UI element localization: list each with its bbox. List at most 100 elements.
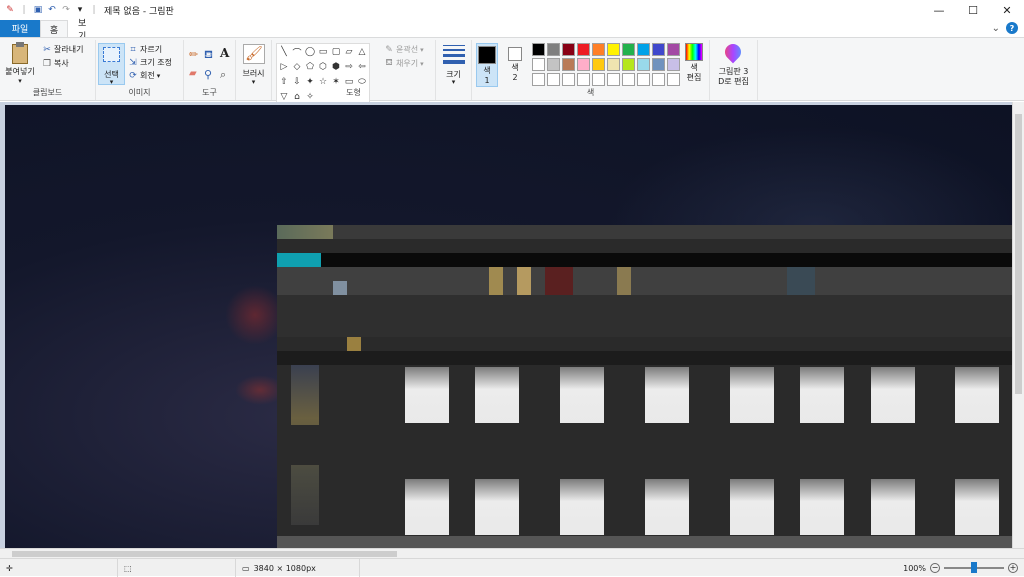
palette-swatch[interactable] xyxy=(547,73,560,86)
zoom-slider-knob[interactable] xyxy=(971,562,977,573)
paint3d-group[interactable]: 그림판 3 D로 편집 xyxy=(710,40,758,100)
color-picker-icon[interactable]: ⚲ xyxy=(204,68,212,81)
edit-colors-label-2: 편집 xyxy=(686,73,702,82)
brushes-dropdown-icon: ▾ xyxy=(251,78,256,86)
vertical-scrollbar[interactable] xyxy=(1012,102,1024,548)
palette-swatch[interactable] xyxy=(637,73,650,86)
color2-button[interactable]: 색 2 xyxy=(504,43,526,87)
palette-swatch[interactable] xyxy=(652,73,665,86)
help-icon[interactable]: ? xyxy=(1006,22,1018,34)
palette-swatch[interactable] xyxy=(652,58,665,71)
fill-button[interactable]: ⛾ 채우기 ▾ xyxy=(384,58,423,69)
vertical-scroll-thumb[interactable] xyxy=(1015,114,1022,394)
tab-view[interactable]: 보기 xyxy=(68,19,100,42)
palette-swatch[interactable] xyxy=(667,43,680,56)
shape-option[interactable]: ▢ xyxy=(330,45,342,59)
redo-icon[interactable]: ↷ xyxy=(60,4,72,16)
magnifier-icon[interactable]: ⌕ xyxy=(220,68,226,82)
save-icon[interactable]: ▣ xyxy=(32,4,44,16)
maximize-button[interactable]: ☐ xyxy=(956,0,990,20)
palette-swatch[interactable] xyxy=(547,58,560,71)
palette-swatch[interactable] xyxy=(622,43,635,56)
palette-swatch[interactable] xyxy=(562,43,575,56)
text-icon[interactable]: A xyxy=(220,46,229,60)
shape-option[interactable]: ╲ xyxy=(278,45,290,59)
shape-option[interactable]: △ xyxy=(356,45,368,59)
palette-swatch[interactable] xyxy=(592,73,605,86)
zoom-slider[interactable] xyxy=(944,562,1004,573)
color-palette[interactable] xyxy=(532,43,680,86)
palette-swatch[interactable] xyxy=(592,58,605,71)
brushes-group[interactable]: 🖌 브러시 ▾ xyxy=(236,40,272,100)
close-button[interactable]: ✕ xyxy=(990,0,1024,20)
palette-swatch[interactable] xyxy=(667,58,680,71)
palette-swatch[interactable] xyxy=(532,43,545,56)
clipboard-icon xyxy=(12,42,28,64)
image-size-icon: ▭ xyxy=(242,563,250,573)
palette-swatch[interactable] xyxy=(547,43,560,56)
fill-bucket-icon[interactable]: ⛾ xyxy=(204,48,213,63)
select-dropdown-icon: ▾ xyxy=(109,78,114,86)
resize-label: 크기 조정 xyxy=(140,58,172,67)
palette-swatch[interactable] xyxy=(637,43,650,56)
shape-option[interactable]: ⌒ xyxy=(291,45,303,59)
zoom-in-button[interactable]: + xyxy=(1008,563,1018,573)
color1-label-1: 색 xyxy=(483,66,491,75)
edit-colors-button[interactable]: 색 편집 xyxy=(680,43,708,83)
collapse-ribbon-icon[interactable]: ⌄ xyxy=(992,23,1000,34)
qat-dropdown-icon[interactable]: ▾ xyxy=(74,4,86,16)
shape-option[interactable]: ▱ xyxy=(343,45,355,59)
minimize-button[interactable]: — xyxy=(922,0,956,20)
paint3d-label-2: D로 편집 xyxy=(718,77,749,86)
palette-swatch[interactable] xyxy=(607,73,620,86)
shape-option[interactable]: ▷ xyxy=(278,60,290,74)
palette-swatch[interactable] xyxy=(532,73,545,86)
resize-button[interactable]: ⇲ 크기 조정 xyxy=(128,57,172,68)
palette-swatch[interactable] xyxy=(577,58,590,71)
palette-swatch[interactable] xyxy=(637,58,650,71)
tab-file[interactable]: 파일 xyxy=(0,20,40,37)
color1-button[interactable]: 색 1 xyxy=(476,43,498,87)
palette-swatch[interactable] xyxy=(577,43,590,56)
shape-option[interactable]: ⬡ xyxy=(317,60,329,74)
copy-button[interactable]: ❐ 복사 xyxy=(42,58,69,69)
palette-swatch[interactable] xyxy=(577,73,590,86)
palette-swatch[interactable] xyxy=(607,58,620,71)
color1-label-2: 1 xyxy=(484,76,490,85)
zoom-out-button[interactable]: − xyxy=(930,563,940,573)
select-button[interactable]: 선택 ▾ xyxy=(98,43,125,86)
tab-home[interactable]: 홈 xyxy=(40,20,68,37)
palette-swatch[interactable] xyxy=(622,73,635,86)
canvas-area[interactable] xyxy=(0,102,1024,550)
shape-option[interactable]: ⬠ xyxy=(304,60,316,74)
shape-option[interactable]: ⇨ xyxy=(343,60,355,74)
palette-swatch[interactable] xyxy=(562,73,575,86)
horizontal-scrollbar[interactable] xyxy=(0,548,1024,558)
shape-option[interactable]: ◇ xyxy=(291,60,303,74)
shape-option[interactable]: ◯ xyxy=(304,45,316,59)
palette-swatch[interactable] xyxy=(622,58,635,71)
crop-button[interactable]: ⌗ 자르기 xyxy=(128,44,162,55)
rotate-button[interactable]: ⟳ 회전 ▾ xyxy=(128,70,160,81)
eraser-icon[interactable]: ▰ xyxy=(189,68,197,79)
cut-label: 잘라내기 xyxy=(54,45,84,54)
paste-button[interactable]: 붙여넣기 ▾ xyxy=(4,42,36,86)
palette-swatch[interactable] xyxy=(607,43,620,56)
cut-button[interactable]: ✂ 잘라내기 xyxy=(42,44,83,55)
outline-button[interactable]: ✎ 윤곽선 ▾ xyxy=(384,44,423,55)
shape-option[interactable]: ▭ xyxy=(317,45,329,59)
pencil-icon[interactable]: ✏ xyxy=(189,48,198,61)
palette-swatch[interactable] xyxy=(562,58,575,71)
image-group: 선택 ▾ ⌗ 자르기 ⇲ 크기 조정 ⟳ 회전 ▾ 이미지 xyxy=(96,40,184,100)
palette-swatch[interactable] xyxy=(667,73,680,86)
title-bar: ✎ | ▣ ↶ ↷ ▾ | 제목 없음 - 그림판 — ☐ ✕ xyxy=(0,0,1024,20)
shape-option[interactable]: ⬢ xyxy=(330,60,342,74)
palette-swatch[interactable] xyxy=(532,58,545,71)
drawing-canvas[interactable] xyxy=(5,105,1012,550)
horizontal-scroll-thumb[interactable] xyxy=(12,551,397,557)
size-group[interactable]: 크기 ▾ xyxy=(436,40,472,100)
undo-icon[interactable]: ↶ xyxy=(46,4,58,16)
shape-option[interactable]: ⇦ xyxy=(356,60,368,74)
palette-swatch[interactable] xyxy=(652,43,665,56)
palette-swatch[interactable] xyxy=(592,43,605,56)
